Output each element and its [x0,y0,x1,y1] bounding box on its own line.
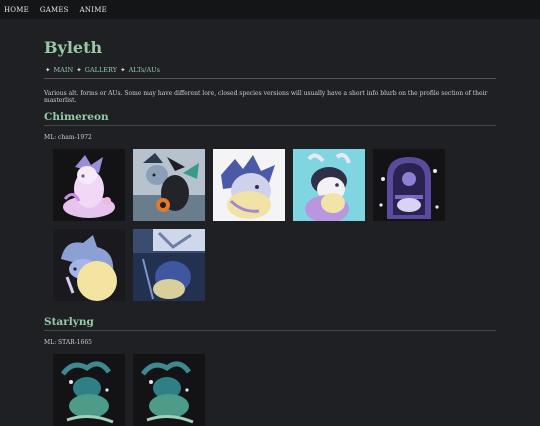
gallery-thumbnail[interactable] [133,149,205,221]
nav-home-link[interactable]: HOME [4,6,29,14]
section-title-chimereon: Chimereon [44,111,109,123]
divider [44,78,496,79]
star-icon: ✦ [76,66,82,74]
star-icon: ✦ [45,66,51,74]
gallery-thumbnail[interactable] [53,149,125,221]
breadcrumb-gallery-link[interactable]: GALLERY [85,66,117,74]
masterlist-id: ML: STAR-1665 [44,339,92,346]
page-title: Byleth [44,38,103,57]
gallery-thumbnail[interactable] [213,149,285,221]
breadcrumb-main-link[interactable]: MAIN [54,66,74,74]
page-description: Various alt. forms or AUs. Some may have… [44,90,488,104]
star-icon: ✦ [120,66,126,74]
section-divider [44,330,496,331]
top-nav: HOME GAMES ANIME [0,0,540,19]
gallery-thumbnail[interactable] [133,229,205,301]
section-title-starlyng: Starlyng [44,316,94,328]
breadcrumb-alts-link[interactable]: ALTs/AUs [129,66,160,74]
main-content: Byleth ✦ MAIN ✦ GALLERY ✦ ALTs/AUs Vario… [44,19,496,426]
nav-games-link[interactable]: GAMES [40,6,69,14]
section-divider [44,125,496,126]
gallery-grid-starlyng [53,354,453,426]
gallery-thumbnail[interactable] [373,149,445,221]
gallery-thumbnail[interactable] [53,229,125,301]
masterlist-id: ML: cham-1972 [44,134,92,141]
nav-anime-link[interactable]: ANIME [80,6,107,14]
gallery-thumbnail[interactable] [133,354,205,426]
gallery-thumbnail[interactable] [53,354,125,426]
breadcrumb: ✦ MAIN ✦ GALLERY ✦ ALTs/AUs [44,66,496,74]
gallery-thumbnail[interactable] [293,149,365,221]
gallery-grid-chimereon [53,149,453,301]
